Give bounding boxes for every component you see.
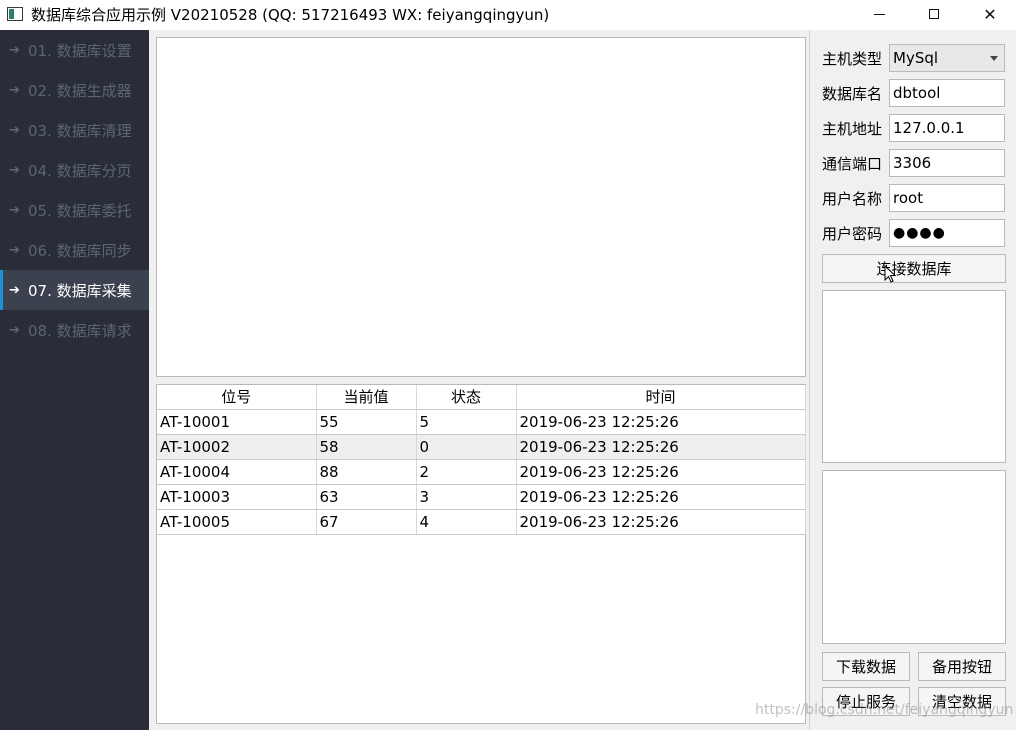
cell-tag: AT-10003 <box>157 484 317 510</box>
cell-tag: AT-10004 <box>157 459 317 485</box>
connect-db-button[interactable]: 连接数据库 <box>822 254 1006 283</box>
password-input[interactable]: ●●●● <box>889 219 1005 247</box>
sidebar: ➔ 01. 数据库设置 ➔ 02. 数据生成器 ➔ 03. 数据库清理 ➔ 04. 数据… <box>0 30 149 730</box>
password-row: 用户密码 ●●●● <box>822 219 1006 247</box>
password-label: 用户密码 <box>822 224 883 243</box>
cell-status: 5 <box>416 409 517 435</box>
arrow-right-icon: ➔ <box>9 82 20 98</box>
port-row: 通信端口 3306 <box>822 149 1006 177</box>
mouse-cursor-icon <box>884 265 896 283</box>
sidebar-item-db-settings[interactable]: ➔ 01. 数据库设置 <box>0 30 149 70</box>
sidebar-item-db-request[interactable]: ➔ 08. 数据库请求 <box>0 310 149 350</box>
cell-status: 4 <box>416 509 517 535</box>
sidebar-item-label: 05. 数据库委托 <box>28 201 132 220</box>
data-table: 位号 当前值 状态 时间 AT-10001 55 5 2019-06-23 12… <box>157 385 806 535</box>
table-row[interactable]: AT-10005 67 4 2019-06-23 12:25:26 <box>157 509 806 535</box>
host-type-row: 主机类型 MySql <box>822 44 1006 72</box>
port-input[interactable]: 3306 <box>889 149 1005 177</box>
minimize-icon <box>873 13 885 15</box>
table-row[interactable]: AT-10002 58 0 2019-06-23 12:25:26 <box>157 434 806 460</box>
column-header-status[interactable]: 状态 <box>416 385 517 410</box>
host-type-label: 主机类型 <box>822 49 883 68</box>
arrow-right-icon: ➔ <box>9 122 20 138</box>
cell-time: 2019-06-23 12:25:26 <box>516 459 806 485</box>
host-addr-label: 主机地址 <box>822 119 883 138</box>
arrow-right-icon: ➔ <box>9 282 20 298</box>
cell-time: 2019-06-23 12:25:26 <box>516 484 806 510</box>
db-name-row: 数据库名 dbtool <box>822 79 1006 107</box>
host-addr-row: 主机地址 127.0.0.1 <box>822 114 1006 142</box>
sidebar-item-label: 08. 数据库请求 <box>28 321 132 340</box>
cell-time: 2019-06-23 12:25:26 <box>516 434 806 460</box>
user-label: 用户名称 <box>822 189 883 208</box>
cell-tag: AT-10002 <box>157 434 317 460</box>
cell-value: 63 <box>316 484 417 510</box>
app-icon <box>7 7 23 21</box>
table-row[interactable]: AT-10004 88 2 2019-06-23 12:25:26 <box>157 459 806 485</box>
sidebar-item-db-paging[interactable]: ➔ 04. 数据库分页 <box>0 150 149 190</box>
port-label: 通信端口 <box>822 154 883 173</box>
sidebar-item-db-cleanup[interactable]: ➔ 03. 数据库清理 <box>0 110 149 150</box>
close-icon: ✕ <box>983 4 997 24</box>
output-box-top[interactable] <box>822 290 1006 463</box>
host-addr-input[interactable]: 127.0.0.1 <box>889 114 1005 142</box>
close-button[interactable]: ✕ <box>967 0 1013 28</box>
db-name-label: 数据库名 <box>822 84 883 103</box>
maximize-icon <box>929 9 939 19</box>
cell-status: 0 <box>416 434 517 460</box>
sidebar-item-label: 01. 数据库设置 <box>28 41 132 60</box>
column-header-tag[interactable]: 位号 <box>157 385 317 410</box>
sidebar-item-data-generator[interactable]: ➔ 02. 数据生成器 <box>0 70 149 110</box>
maximize-button[interactable] <box>911 0 957 28</box>
sidebar-item-label: 04. 数据库分页 <box>28 161 132 180</box>
sidebar-item-label: 07. 数据库采集 <box>28 281 132 300</box>
arrow-right-icon: ➔ <box>9 242 20 258</box>
column-header-time[interactable]: 时间 <box>516 385 806 410</box>
user-row: 用户名称 root <box>822 184 1006 212</box>
table-header-row: 位号 当前值 状态 时间 <box>157 385 806 410</box>
cell-status: 3 <box>416 484 517 510</box>
cell-tag: AT-10005 <box>157 509 317 535</box>
user-input[interactable]: root <box>889 184 1005 212</box>
sidebar-item-label: 03. 数据库清理 <box>28 121 132 140</box>
host-type-value: MySql <box>893 49 939 67</box>
cell-value: 88 <box>316 459 417 485</box>
minimize-button[interactable] <box>856 0 902 28</box>
download-data-button[interactable]: 下载数据 <box>822 652 910 681</box>
sidebar-item-db-collect[interactable]: ➔ 07. 数据库采集 <box>0 270 149 310</box>
cell-value: 58 <box>316 434 417 460</box>
db-name-input[interactable]: dbtool <box>889 79 1005 107</box>
cell-time: 2019-06-23 12:25:26 <box>516 509 806 535</box>
cell-time: 2019-06-23 12:25:26 <box>516 409 806 435</box>
cell-value: 55 <box>316 409 417 435</box>
title-bar: 数据库综合应用示例 V20210528 (QQ: 517216493 WX: f… <box>0 0 1016 28</box>
log-text-area[interactable] <box>156 37 806 377</box>
data-table-view[interactable]: 位号 当前值 状态 时间 AT-10001 55 5 2019-06-23 12… <box>156 384 806 724</box>
column-header-value[interactable]: 当前值 <box>316 385 417 410</box>
main-area: 位号 当前值 状态 时间 AT-10001 55 5 2019-06-23 12… <box>149 30 809 730</box>
cell-tag: AT-10001 <box>157 409 317 435</box>
sidebar-item-label: 06. 数据库同步 <box>28 241 132 260</box>
spare-button[interactable]: 备用按钮 <box>918 652 1006 681</box>
arrow-right-icon: ➔ <box>9 162 20 178</box>
sidebar-item-db-delegate[interactable]: ➔ 05. 数据库委托 <box>0 190 149 230</box>
table-row[interactable]: AT-10003 63 3 2019-06-23 12:25:26 <box>157 484 806 510</box>
arrow-right-icon: ➔ <box>9 202 20 218</box>
watermark: https://blog.csdn.net/feiyangqingyun <box>755 702 1014 718</box>
window-title: 数据库综合应用示例 V20210528 (QQ: 517216493 WX: f… <box>31 5 550 24</box>
arrow-right-icon: ➔ <box>9 42 20 58</box>
sidebar-item-label: 02. 数据生成器 <box>28 81 132 100</box>
settings-panel: 主机类型 MySql 数据库名 dbtool 主机地址 127.0.0.1 通信… <box>809 30 1016 730</box>
output-box-bottom[interactable] <box>822 470 1006 644</box>
host-type-select[interactable]: MySql <box>889 44 1005 72</box>
cell-status: 2 <box>416 459 517 485</box>
chevron-down-icon <box>990 55 998 61</box>
table-row[interactable]: AT-10001 55 5 2019-06-23 12:25:26 <box>157 409 806 435</box>
sidebar-item-db-sync[interactable]: ➔ 06. 数据库同步 <box>0 230 149 270</box>
cell-value: 67 <box>316 509 417 535</box>
arrow-right-icon: ➔ <box>9 322 20 338</box>
